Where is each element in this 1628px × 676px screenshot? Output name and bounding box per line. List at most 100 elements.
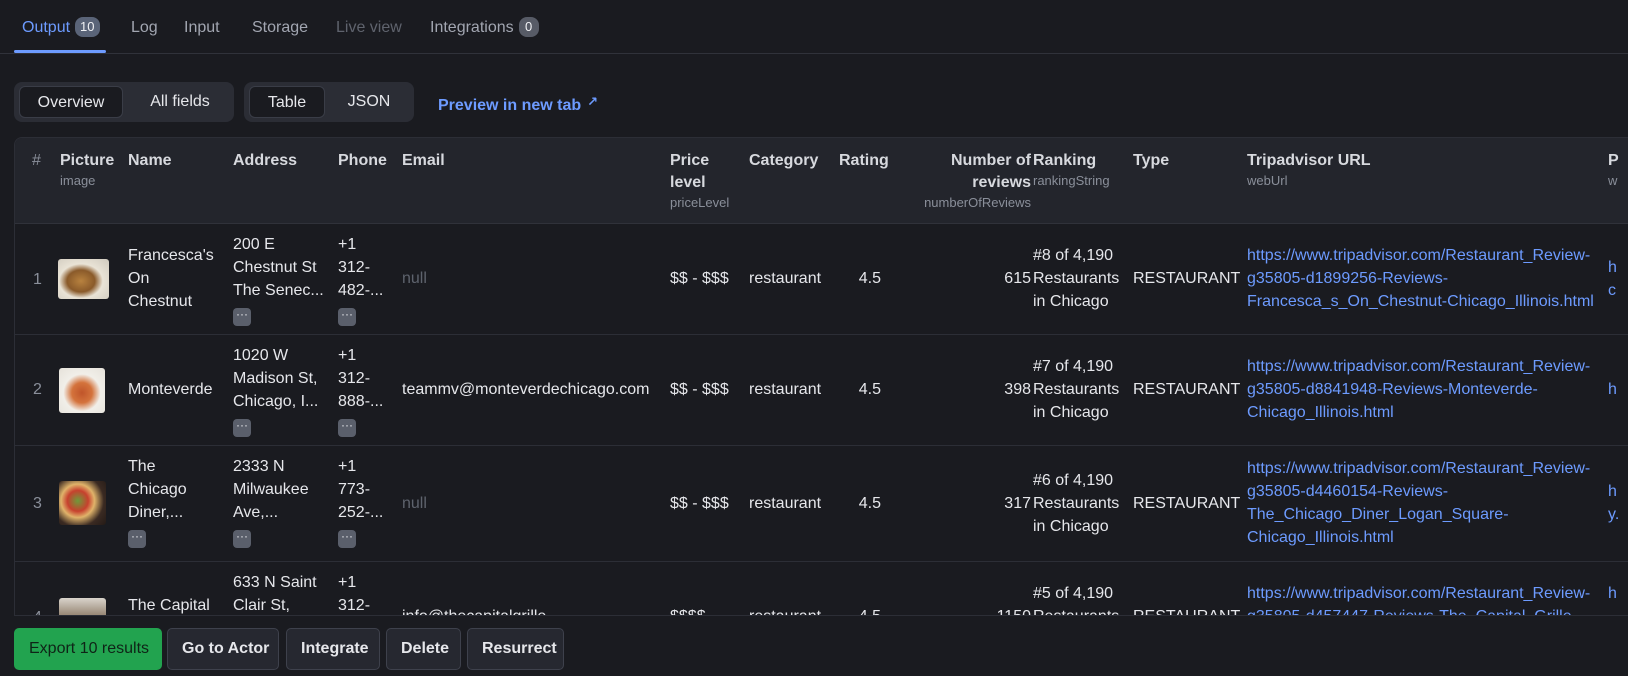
column-header-next[interactable]: Pw (1608, 150, 1619, 190)
restaurant-photo (58, 259, 109, 299)
url-line: Chicago_Illinois.html (1247, 404, 1394, 421)
column-header-picture-key: image (60, 173, 96, 188)
column-header-ranking[interactable]: Ranking rankingString (1033, 150, 1110, 190)
column-header-price-level-key: priceLevel (670, 195, 730, 210)
all-fields-button[interactable]: All fields (131, 86, 229, 118)
action-bar: Export 10 results Go to Actor Integrate … (0, 616, 1628, 676)
column-header-phone[interactable]: Phone (338, 150, 387, 172)
column-header-type[interactable]: Type (1133, 150, 1169, 172)
tripadvisor-url-link[interactable]: https://www.tripadvisor.com/Restaurant_R… (1247, 244, 1594, 313)
expand-address-button[interactable]: ··· (233, 308, 251, 326)
restaurant-phone: +1 312- (338, 571, 393, 615)
ranking-line: Restaurants (1033, 495, 1120, 512)
tab-storage[interactable]: Storage (252, 16, 308, 40)
tab-live-view[interactable]: Live view (336, 16, 402, 40)
url-line: https://www.tripadvisor.com/Restaurant_R… (1247, 460, 1591, 477)
next-line: y. (1608, 506, 1620, 523)
column-header-price-level[interactable]: Price level priceLevel (670, 150, 740, 212)
phone-line: 482-... (338, 282, 384, 299)
table-row: 4 The Capital 633 N Saint Clair St, +1 3… (15, 562, 1628, 615)
ranking-line: Restaurants (1033, 270, 1120, 287)
phone-line: 773- (338, 481, 371, 498)
table-row: 1 Francesca's On Chestnut 200 E Chestnut… (15, 224, 1628, 335)
column-header-reviews-label: Number of reviews (951, 152, 1031, 191)
column-header-category[interactable]: Category (749, 150, 818, 172)
url-line: g35805-d1899256-Reviews- (1247, 270, 1449, 287)
tab-log[interactable]: Log (131, 16, 158, 40)
tab-integrations-label: Integrations (430, 19, 514, 36)
next-column-link[interactable]: h (1608, 378, 1617, 401)
integrate-button[interactable]: Integrate (286, 628, 380, 670)
resurrect-button[interactable]: Resurrect (467, 628, 564, 670)
next-column-link[interactable]: h (1608, 582, 1617, 605)
address-line: 2333 N (233, 458, 285, 475)
url-line: Chicago_Illinois.html (1247, 529, 1394, 546)
table-header: # Picture image Name Address Phone Email … (15, 138, 1628, 224)
number-of-reviews: 398 (1004, 381, 1031, 398)
table-button[interactable]: Table (249, 86, 325, 118)
ranking: #6 of 4,190 Restaurants in Chicago (1033, 469, 1119, 538)
overview-button[interactable]: Overview (19, 86, 123, 118)
tab-integrations[interactable]: Integrations 0 (430, 16, 539, 40)
name-line: On (128, 270, 150, 287)
name-line: The Capital (128, 597, 210, 614)
ranking: #7 of 4,190 Restaurants in Chicago (1033, 355, 1119, 424)
ranking-line: Restaurants (1033, 605, 1119, 615)
preview-link-label: Preview in new tab (438, 97, 582, 114)
column-header-name[interactable]: Name (128, 150, 172, 172)
next-column-link[interactable]: h c (1608, 256, 1617, 302)
json-button[interactable]: JSON (331, 86, 407, 118)
phone-line: +1 (338, 574, 357, 591)
go-to-actor-button[interactable]: Go to Actor (167, 628, 279, 670)
rating: 4.5 (858, 270, 881, 287)
restaurant-address: 200 E Chestnut St The Senec... ··· (233, 233, 328, 326)
phone-line: +1 (338, 236, 357, 253)
ranking-line: #8 of 4,190 (1033, 247, 1114, 264)
address-line: Clair St, (233, 597, 290, 614)
rating: 4.5 (858, 495, 881, 512)
ranking-line: #7 of 4,190 (1033, 358, 1114, 375)
name-line: Diner,... (128, 504, 184, 521)
restaurant-name: Francesca's On Chestnut (128, 244, 223, 313)
tab-output-label: Output (22, 19, 71, 36)
ranking-line: in Chicago (1033, 293, 1109, 310)
expand-phone-button[interactable]: ··· (338, 419, 356, 437)
category: restaurant (749, 270, 822, 287)
restaurant-photo (59, 598, 106, 615)
tab-output[interactable]: Output 10 (22, 16, 100, 40)
tripadvisor-url-link[interactable]: https://www.tripadvisor.com/Restaurant_R… (1247, 355, 1590, 424)
restaurant-phone: +1 312- 482-... ··· (338, 233, 393, 326)
column-header-address[interactable]: Address (233, 150, 297, 172)
expand-address-button[interactable]: ··· (233, 419, 251, 437)
next-column-link[interactable]: h y. (1608, 480, 1619, 526)
restaurant-address: 2333 N Milwaukee Ave,... ··· (233, 455, 328, 548)
column-header-rating[interactable]: Rating (839, 150, 889, 172)
address-line: Ave,... (233, 504, 279, 521)
expand-address-button[interactable]: ··· (233, 530, 251, 548)
column-header-number-of-reviews[interactable]: Number of reviews numberOfReviews (901, 150, 1031, 212)
ranking: #5 of 4,190 Restaurants (1033, 582, 1119, 615)
row-number: 1 (33, 271, 42, 288)
tripadvisor-url-link[interactable]: https://www.tripadvisor.com/Restaurant_R… (1247, 457, 1590, 549)
preview-in-new-tab-link[interactable]: Preview in new tab ↗ (438, 92, 598, 116)
column-header-tripadvisor-url[interactable]: Tripadvisor URL webUrl (1247, 150, 1371, 190)
ranking-line: in Chicago (1033, 518, 1109, 535)
expand-phone-button[interactable]: ··· (338, 530, 356, 548)
type: RESTAURANT (1133, 495, 1241, 512)
ranking-line: #6 of 4,190 (1033, 472, 1114, 489)
integrations-count-badge: 0 (518, 17, 539, 37)
column-header-index: # (32, 152, 41, 169)
tab-bar: Output 10 Log Input Storage Live view Int… (0, 0, 1628, 54)
table-row: 2 Monteverde 1020 W Madison St, Chicago,… (15, 335, 1628, 446)
address-line: 200 E (233, 236, 275, 253)
export-results-button[interactable]: Export 10 results (14, 628, 162, 670)
type: RESTAURANT (1133, 270, 1241, 287)
delete-button[interactable]: Delete (386, 628, 461, 670)
expand-phone-button[interactable]: ··· (338, 308, 356, 326)
tab-input[interactable]: Input (184, 16, 220, 40)
tripadvisor-url-link[interactable]: https://www.tripadvisor.com/Restaurant_R… (1247, 582, 1590, 615)
column-header-picture[interactable]: Picture image (60, 150, 114, 190)
expand-name-button[interactable]: ··· (128, 530, 146, 548)
column-header-email[interactable]: Email (402, 150, 445, 172)
price-level: $$ - $$$ (670, 381, 729, 398)
